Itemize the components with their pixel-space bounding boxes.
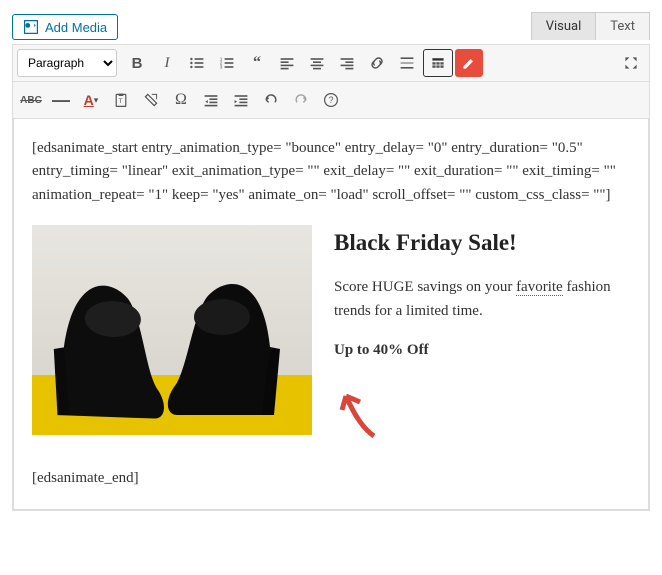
link-button[interactable] xyxy=(363,49,391,77)
fullscreen-icon xyxy=(623,54,639,72)
editor-content[interactable]: [edsanimate_start entry_animation_type= … xyxy=(13,119,649,510)
tab-visual[interactable]: Visual xyxy=(531,12,597,40)
text-color-button[interactable]: A▾ xyxy=(77,86,105,114)
italic-button[interactable]: I xyxy=(153,49,181,77)
shortcode-close: [edsanimate_end] xyxy=(32,467,630,490)
bullet-list-button[interactable] xyxy=(183,49,211,77)
svg-text:T: T xyxy=(119,98,123,105)
outdent-button[interactable] xyxy=(197,86,225,114)
toolbar-toggle-icon xyxy=(430,54,446,72)
discount-line: Up to 40% Off xyxy=(334,339,630,362)
align-right-icon xyxy=(339,54,355,72)
read-more-icon xyxy=(399,54,415,72)
templates-button[interactable] xyxy=(455,49,483,77)
help-icon: ? xyxy=(323,91,339,109)
pencil-icon xyxy=(461,54,477,72)
fullscreen-button[interactable] xyxy=(617,49,645,77)
paste-text-button[interactable]: T xyxy=(107,86,135,114)
indent-icon xyxy=(233,91,249,109)
editor-header: Add Media Visual Text xyxy=(12,12,650,40)
bold-button[interactable]: B xyxy=(123,49,151,77)
toolbar-row-2: ABC — A▾ T Ω ? xyxy=(13,82,649,119)
svg-text:?: ? xyxy=(329,95,334,105)
shortcode-open: [edsanimate_start entry_animation_type= … xyxy=(32,137,630,207)
redo-icon xyxy=(293,91,309,109)
align-right-button[interactable] xyxy=(333,49,361,77)
editor-frame: Paragraph B I 123 “ ABC — A▾ T Ω ? [edsa… xyxy=(12,44,650,511)
toolbar-toggle-button[interactable] xyxy=(423,49,453,77)
hr-button[interactable]: — xyxy=(47,86,75,114)
clear-formatting-button[interactable] xyxy=(137,86,165,114)
paste-text-icon: T xyxy=(113,91,129,109)
help-button[interactable]: ? xyxy=(317,86,345,114)
underlined-word: favorite xyxy=(516,279,563,296)
toolbar-row-1: Paragraph B I 123 “ xyxy=(13,45,649,82)
strikethrough-button[interactable]: ABC xyxy=(17,86,45,114)
annotation-arrow xyxy=(334,386,630,449)
omega-icon: Ω xyxy=(175,91,187,109)
strikethrough-icon: ABC xyxy=(20,95,42,106)
sale-heading: Black Friday Sale! xyxy=(334,225,630,261)
special-char-button[interactable]: Ω xyxy=(167,86,195,114)
media-icon xyxy=(23,19,39,35)
content-text-column: Black Friday Sale! Score HUGE savings on… xyxy=(334,225,630,450)
redo-button[interactable] xyxy=(287,86,315,114)
undo-button[interactable] xyxy=(257,86,285,114)
editor-tabs: Visual Text xyxy=(532,12,650,40)
clear-formatting-icon xyxy=(143,91,159,109)
content-columns: Black Friday Sale! Score HUGE savings on… xyxy=(32,225,630,450)
add-media-label: Add Media xyxy=(45,20,107,35)
link-icon xyxy=(369,54,385,72)
numbered-list-icon: 123 xyxy=(219,54,235,72)
shoe-image-left xyxy=(49,267,174,421)
format-select[interactable]: Paragraph xyxy=(17,49,117,77)
sale-body: Score HUGE savings on your favorite fash… xyxy=(334,276,630,323)
indent-button[interactable] xyxy=(227,86,255,114)
align-center-button[interactable] xyxy=(303,49,331,77)
numbered-list-button[interactable]: 123 xyxy=(213,49,241,77)
bullet-list-icon xyxy=(189,54,205,72)
blockquote-button[interactable]: “ xyxy=(243,49,271,77)
align-left-button[interactable] xyxy=(273,49,301,77)
product-image[interactable] xyxy=(32,225,312,435)
text-color-icon: A xyxy=(84,92,94,108)
svg-text:3: 3 xyxy=(220,65,223,71)
undo-icon xyxy=(263,91,279,109)
shoe-image-right xyxy=(162,267,282,417)
read-more-button[interactable] xyxy=(393,49,421,77)
align-left-icon xyxy=(279,54,295,72)
tab-text[interactable]: Text xyxy=(595,12,650,40)
outdent-icon xyxy=(203,91,219,109)
align-center-icon xyxy=(309,54,325,72)
add-media-button[interactable]: Add Media xyxy=(12,14,118,40)
